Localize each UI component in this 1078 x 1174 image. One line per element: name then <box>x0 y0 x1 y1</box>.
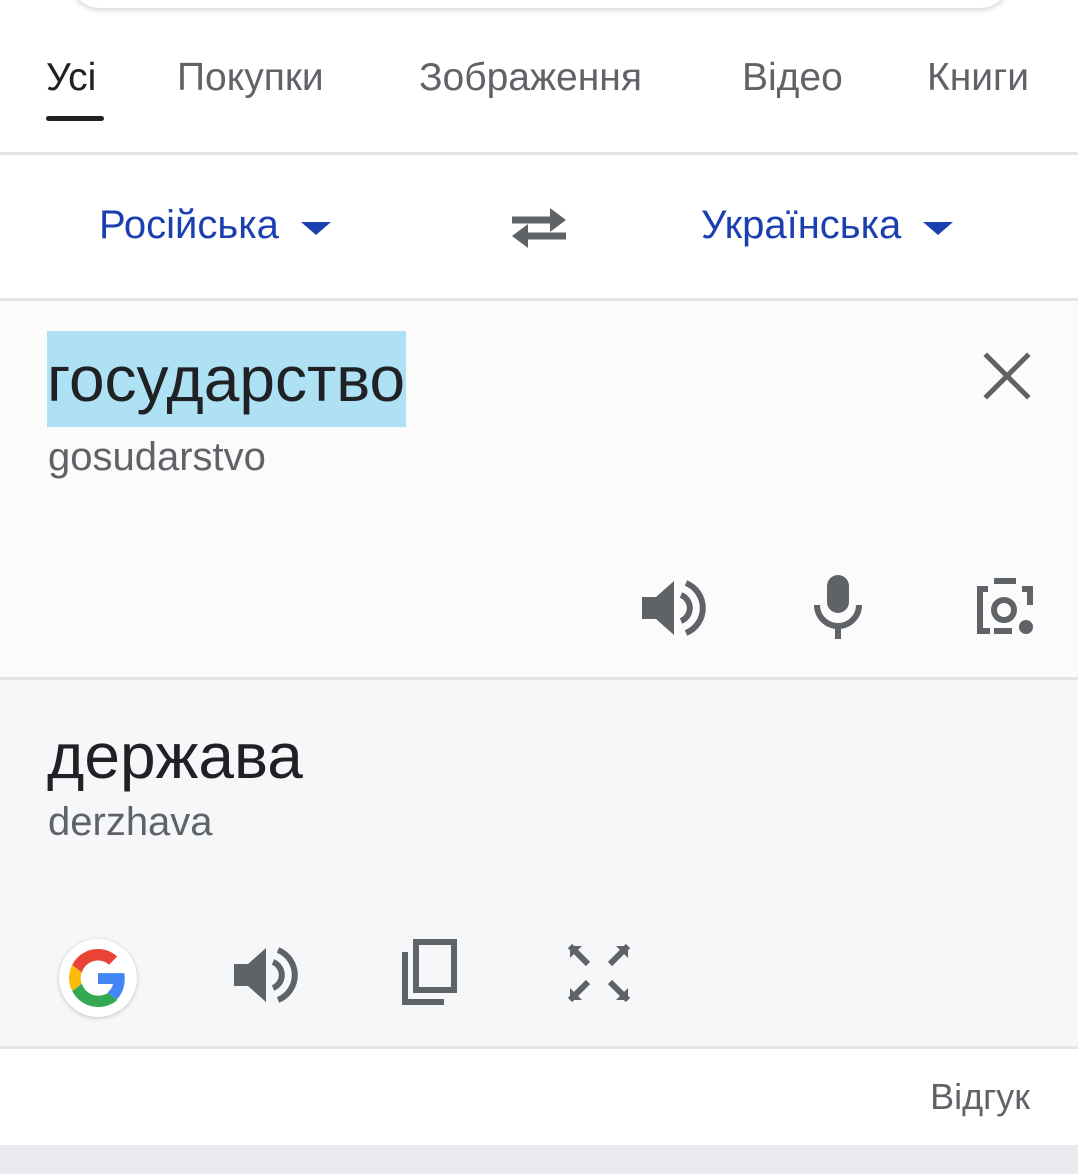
dropdown-caret-icon <box>923 222 954 235</box>
tab-books[interactable]: Книги <box>927 56 1029 100</box>
close-icon <box>983 352 1031 400</box>
search-box-edge[interactable] <box>70 0 1010 8</box>
source-language-dropdown[interactable]: Російська <box>99 203 331 248</box>
voice-input-button[interactable] <box>810 573 866 641</box>
camera-icon <box>977 578 1033 634</box>
active-tab-indicator <box>46 116 104 121</box>
tab-video[interactable]: Відео <box>742 56 843 100</box>
source-input-text[interactable]: государство <box>47 331 407 427</box>
swap-arrows-icon <box>512 208 566 248</box>
search-tabs: Усі Покупки Зображення Відео Книги <box>0 40 1078 152</box>
open-in-google-translate-button[interactable] <box>59 939 137 1017</box>
source-panel: государство gosudarstvo <box>0 301 1078 677</box>
dropdown-caret-icon <box>300 222 331 235</box>
translation-panel: держава derzhava <box>0 680 1078 1046</box>
tab-shopping[interactable]: Покупки <box>177 56 324 100</box>
camera-input-button[interactable] <box>972 575 1040 639</box>
section-separator <box>0 1145 1078 1174</box>
source-language-label: Російська <box>99 203 279 247</box>
fullscreen-button[interactable] <box>566 942 632 1004</box>
tab-images[interactable]: Зображення <box>419 56 642 100</box>
swap-languages-button[interactable] <box>504 200 574 256</box>
speaker-icon <box>642 580 706 636</box>
clear-input-button[interactable] <box>976 345 1038 407</box>
fullscreen-icon <box>567 943 631 1003</box>
feedback-link[interactable]: Відгук <box>930 1076 1030 1118</box>
speaker-icon <box>234 947 298 1003</box>
target-language-label: Українська <box>701 203 902 247</box>
listen-translation-button[interactable] <box>228 942 298 1008</box>
target-transliteration: derzhava <box>48 800 213 844</box>
target-language-dropdown[interactable]: Українська <box>701 203 954 248</box>
microphone-icon <box>814 575 862 639</box>
copy-translation-button[interactable] <box>398 938 462 1008</box>
listen-source-button[interactable] <box>636 575 706 641</box>
source-transliteration: gosudarstvo <box>48 435 266 479</box>
translated-text: держава <box>47 720 303 792</box>
google-icon <box>69 949 125 1007</box>
copy-icon <box>402 939 457 1005</box>
language-selector-row: Російська Українська <box>0 155 1078 298</box>
tab-all[interactable]: Усі <box>46 56 96 100</box>
footer: Відгук <box>0 1049 1078 1145</box>
